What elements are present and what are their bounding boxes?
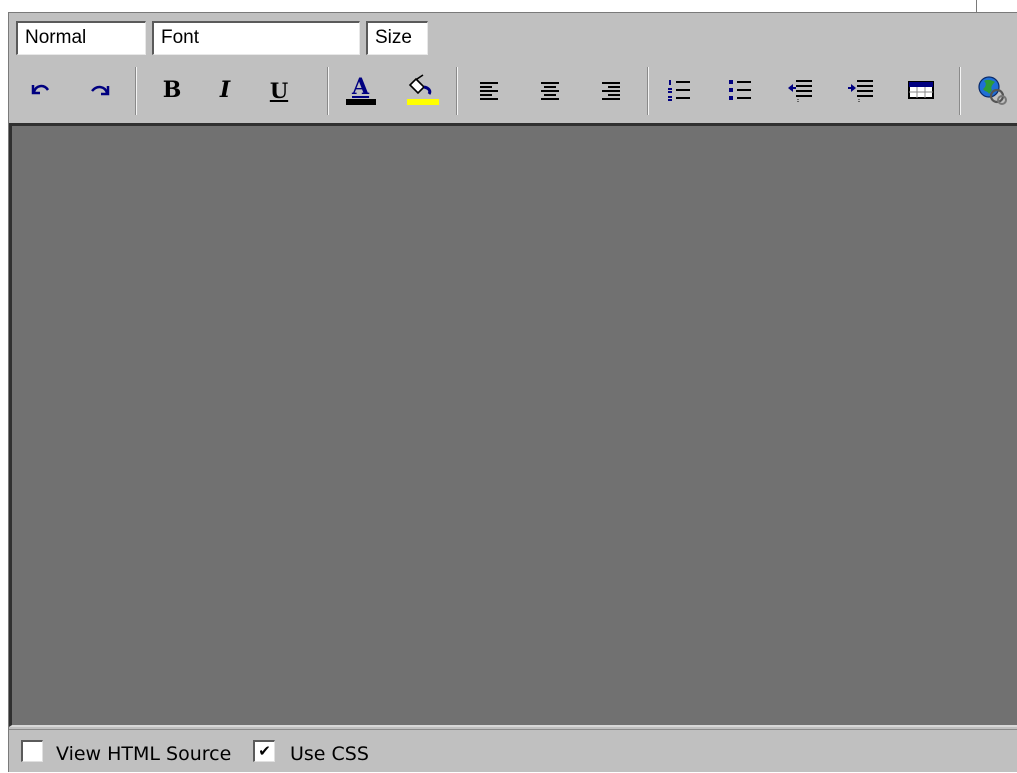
unordered-list-button[interactable] <box>723 73 757 107</box>
undo-button[interactable] <box>23 73 57 107</box>
toolbar-separator <box>456 67 458 115</box>
underline-icon: U <box>269 77 289 103</box>
highlight-color-button[interactable] <box>406 73 440 107</box>
align-right-button[interactable] <box>594 73 628 107</box>
bold-icon: B <box>162 77 182 103</box>
editable-content-area[interactable] <box>9 123 1017 727</box>
insert-table-button[interactable] <box>904 73 938 107</box>
formatting-toolbar: B I U A <box>9 59 1017 121</box>
use-css-checkbox[interactable]: ✔ <box>253 740 275 762</box>
align-left-button[interactable] <box>472 73 506 107</box>
editor-footer: View HTML Source ✔ Use CSS <box>9 729 1017 773</box>
toolbar-separator <box>959 67 961 115</box>
table-icon <box>908 81 934 99</box>
unordered-list-icon <box>729 80 751 100</box>
italic-button[interactable]: I <box>208 73 242 107</box>
undo-icon <box>31 84 50 95</box>
text-color-button[interactable]: A <box>344 73 378 107</box>
underline-button[interactable]: U <box>262 73 296 107</box>
font-dropdown[interactable]: Font <box>152 21 360 55</box>
ordered-list-icon <box>668 80 690 101</box>
outdent-button[interactable] <box>783 73 817 107</box>
use-css-label: Use CSS <box>290 743 369 765</box>
size-dropdown[interactable]: Size <box>366 21 428 55</box>
toolbar-separator <box>647 67 649 115</box>
align-center-button[interactable] <box>533 73 567 107</box>
insert-link-button[interactable] <box>975 73 1009 107</box>
redo-icon <box>91 85 110 96</box>
align-center-icon <box>541 82 559 100</box>
indent-button[interactable] <box>844 73 878 107</box>
paint-bucket-icon <box>407 74 439 106</box>
text-color-icon: A <box>346 74 376 106</box>
align-left-icon <box>480 82 498 100</box>
italic-icon: I <box>219 77 231 103</box>
indent-icon <box>848 80 873 102</box>
toolbar-separator <box>327 67 329 115</box>
view-html-source-label: View HTML Source <box>56 743 232 765</box>
checkmark-icon: ✔ <box>258 742 271 760</box>
toolbar-separator <box>135 67 137 115</box>
view-html-source-checkbox[interactable] <box>21 740 43 762</box>
rich-text-editor: Normal Font Size B I U A View HTML Sourc… <box>8 12 1017 772</box>
bold-button[interactable]: B <box>155 73 189 107</box>
redo-button[interactable] <box>84 73 118 107</box>
align-right-icon <box>602 82 620 100</box>
format-dropdown[interactable]: Normal <box>16 21 146 55</box>
ordered-list-button[interactable] <box>662 73 696 107</box>
outdent-icon <box>788 80 812 102</box>
globe-link-icon <box>978 76 1007 105</box>
